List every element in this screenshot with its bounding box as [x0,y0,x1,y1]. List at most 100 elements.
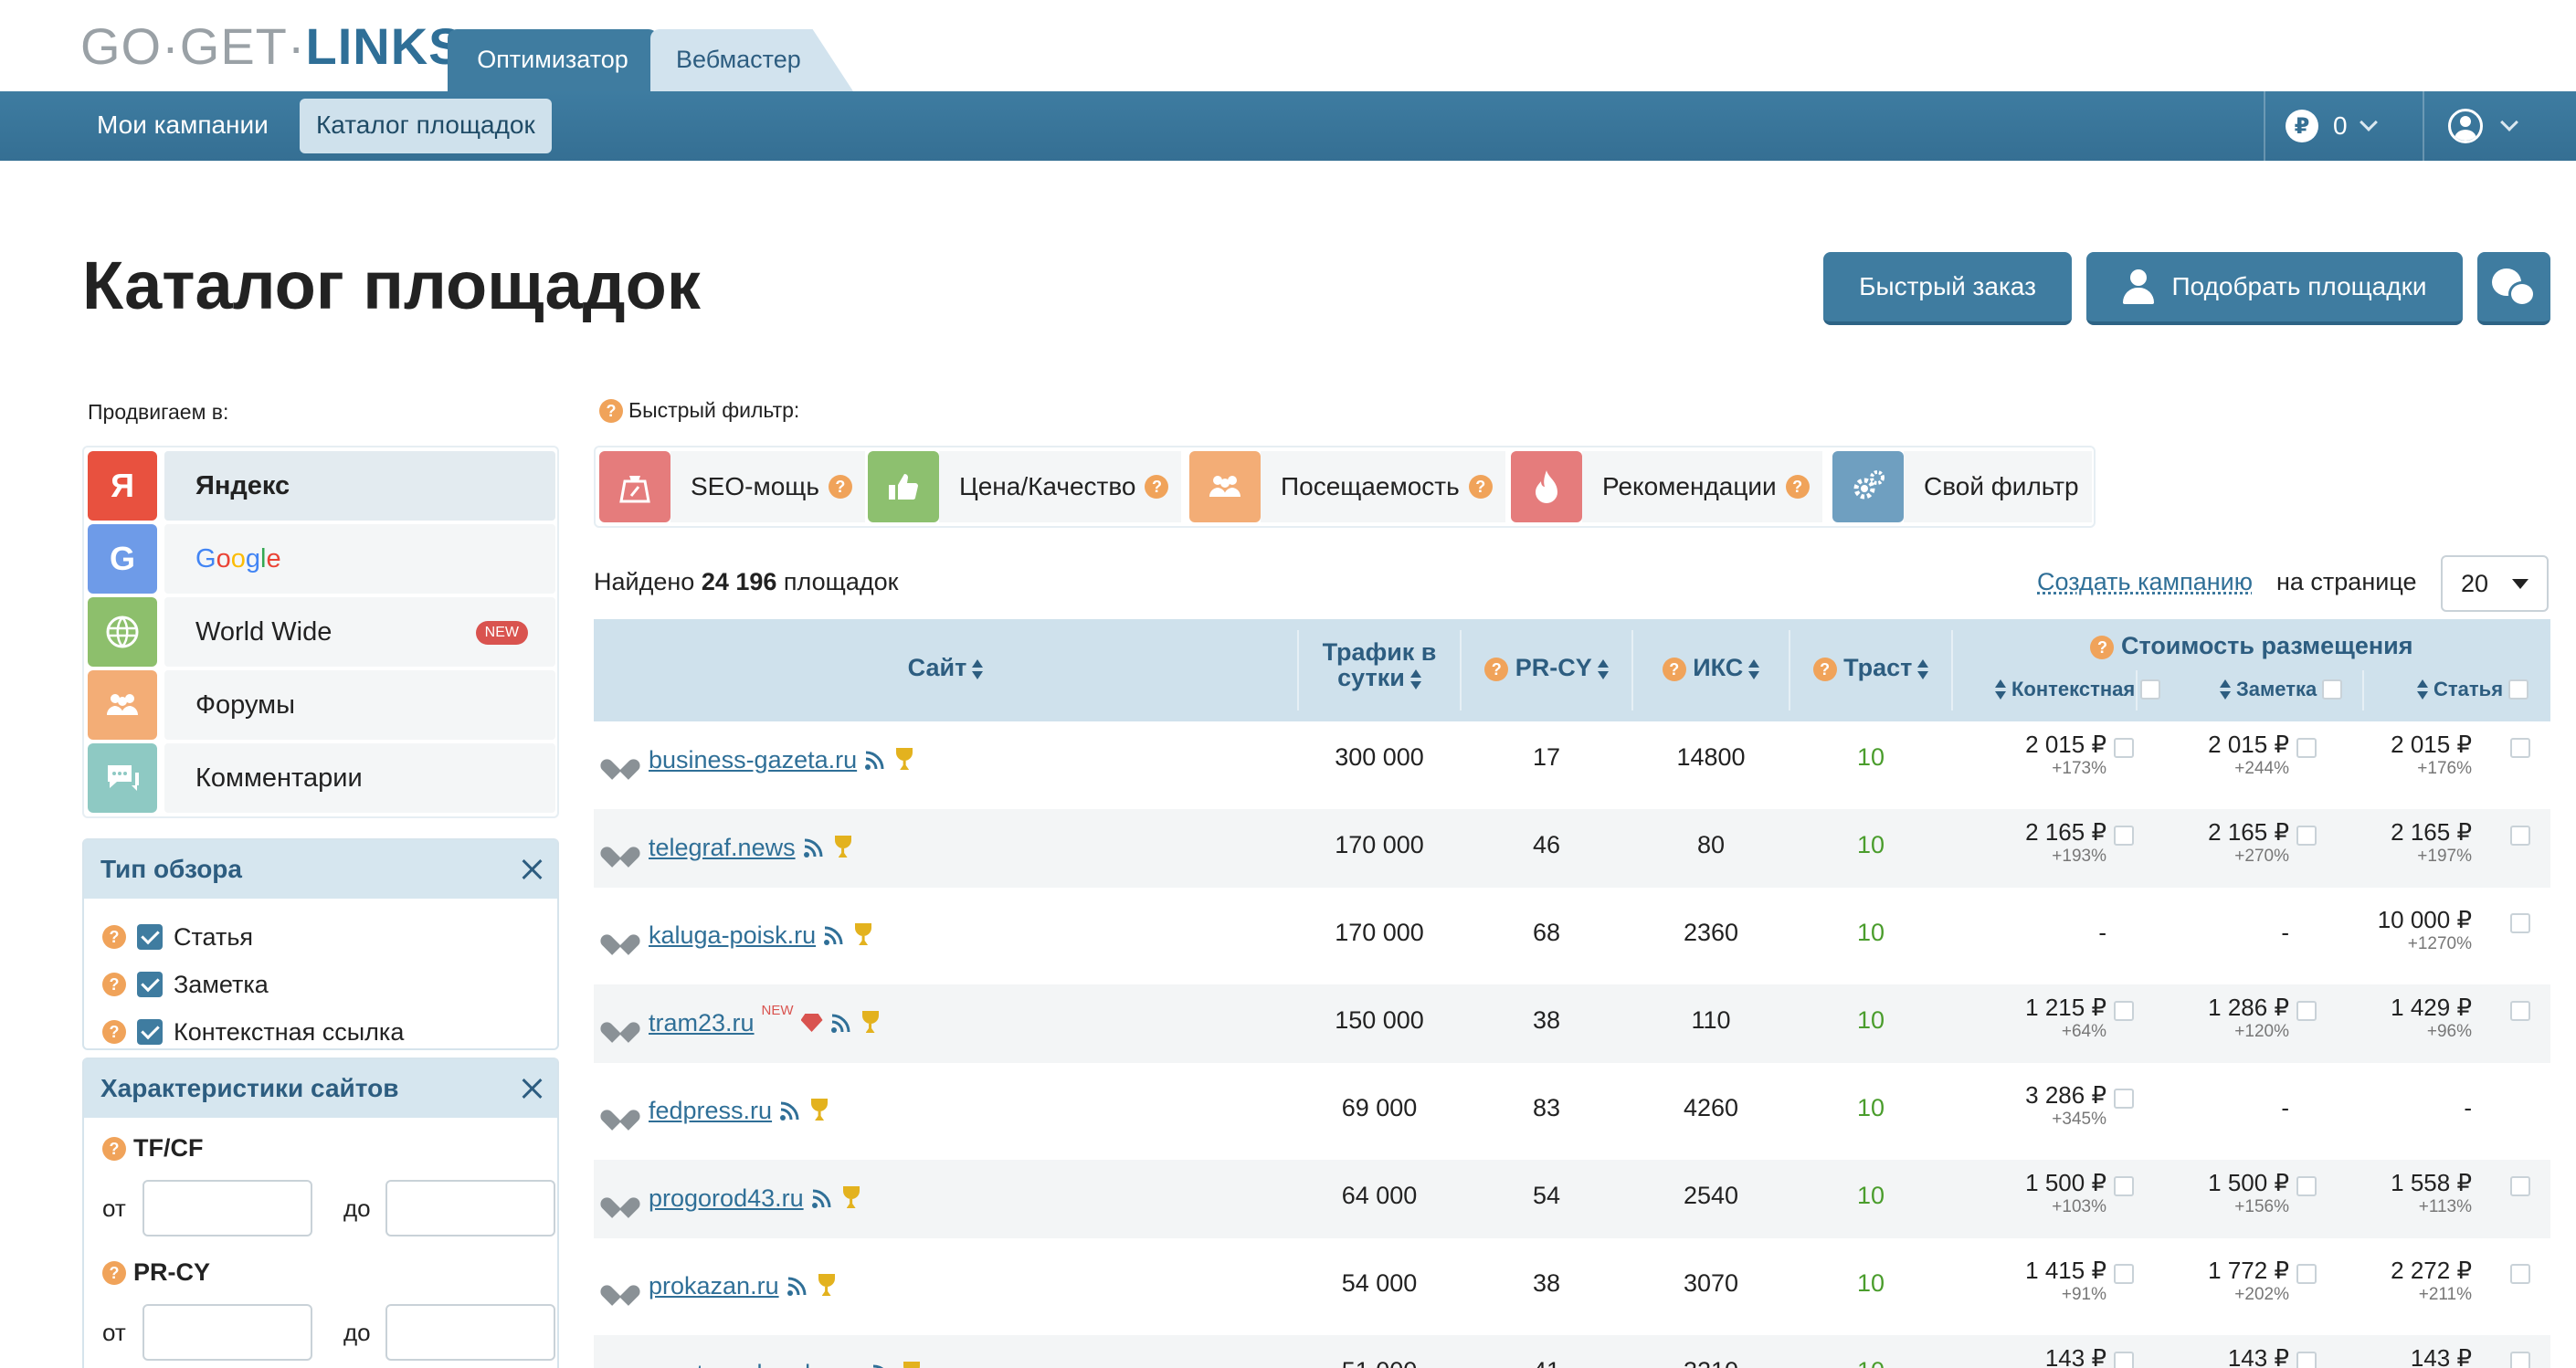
price-checkbox[interactable] [2510,738,2530,758]
price-checkbox[interactable] [2296,826,2317,846]
user-menu[interactable] [2448,91,2518,161]
help-icon[interactable]: ? [1484,657,1509,681]
site-link[interactable]: telegraf.news [649,834,796,862]
help-icon[interactable]: ? [102,973,126,996]
price-checkbox[interactable] [2510,826,2530,846]
price-checkbox[interactable] [2114,1352,2134,1368]
help-icon[interactable]: ? [102,925,126,949]
price-checkbox[interactable] [2510,1264,2530,1284]
quick-filter-seo-power[interactable]: SEO-мощь? [599,451,865,522]
price-checkbox[interactable] [2296,738,2317,758]
logo[interactable]: GO·GET·LINKS [80,16,464,76]
prcy-to-input[interactable] [385,1304,555,1361]
heart-icon[interactable] [608,1277,632,1299]
site-link[interactable]: kaluga-poisk.ru [649,921,816,950]
price-checkbox[interactable] [2296,1001,2317,1021]
col-trust[interactable]: ? Траст [1790,654,1951,682]
site-link[interactable]: fedpress.ru [649,1097,772,1125]
price-checkbox[interactable] [2114,1264,2134,1284]
review-option-contextual[interactable]: ? Контекстная ссылка [102,1014,404,1050]
quick-order-button[interactable]: Быстрый заказ [1823,252,2072,325]
quick-filter-price-quality[interactable]: Цена/Качество? [868,451,1182,522]
heart-icon[interactable] [608,1101,632,1123]
price-checkbox[interactable] [2114,1176,2134,1196]
rss-icon[interactable] [811,1187,833,1209]
col-traffic[interactable]: Трафик в сутки [1299,639,1460,690]
price-checkbox[interactable] [2510,1352,2530,1368]
engine-forums[interactable]: Форумы [88,670,555,740]
tab-webmaster[interactable]: Вебмастер [650,29,853,91]
tfcf-to-input[interactable] [385,1180,555,1236]
review-option-note[interactable]: ? Заметка [102,966,269,1003]
review-type-header[interactable]: Тип обзора [84,840,557,899]
rss-icon[interactable] [787,1275,808,1297]
price-checkbox[interactable] [2296,1176,2317,1196]
site-link[interactable]: business-gazeta.ru [649,746,857,774]
help-icon[interactable]: ? [102,1020,126,1044]
close-icon[interactable] [521,858,543,880]
price-checkbox[interactable] [2114,1089,2134,1109]
help-icon[interactable]: ? [2090,635,2115,659]
site-link[interactable]: prokazan.ru [649,1272,779,1300]
select-all-checkbox[interactable] [2322,679,2343,700]
tab-optimizer[interactable]: Оптимизатор [448,29,658,91]
per-page-select[interactable]: 20 [2441,555,2549,612]
heart-icon[interactable] [608,751,632,773]
engine-comments[interactable]: Комментарии [88,743,555,813]
price-checkbox[interactable] [2296,1264,2317,1284]
rss-icon[interactable] [823,924,845,946]
nav-my-campaigns[interactable]: Мои кампании [80,99,285,152]
quick-filter-custom[interactable]: Свой фильтр [1832,451,2092,522]
checkbox-checked[interactable] [137,972,163,997]
nav-catalog[interactable]: Каталог площадок [300,99,552,153]
quick-filter-recommendations[interactable]: Рекомендации? [1511,451,1822,522]
select-all-checkbox[interactable] [2140,679,2161,700]
create-campaign-link[interactable]: Создать кампанию [2037,568,2253,596]
heart-icon[interactable] [608,926,632,948]
price-checkbox[interactable] [2510,1001,2530,1021]
engine-world-wide[interactable]: World Wide NEW [88,597,555,667]
support-chat-button[interactable] [2477,252,2550,325]
help-icon[interactable]: ? [102,1260,126,1285]
rss-icon[interactable] [864,749,886,771]
col-prcy[interactable]: ? PR-CY [1462,654,1631,682]
engine-yandex[interactable]: Я Яндекс [88,451,555,521]
price-checkbox[interactable] [2510,1176,2530,1196]
rss-icon[interactable] [830,1012,852,1034]
help-icon[interactable]: ? [1785,475,1810,499]
tfcf-from-input[interactable] [143,1180,312,1236]
heart-icon[interactable] [608,1364,632,1368]
rss-icon[interactable] [871,1363,893,1368]
quick-filter-traffic[interactable]: Посещаемость? [1189,451,1505,522]
review-option-article[interactable]: ? Статья [102,919,253,955]
price-checkbox[interactable] [2114,1001,2134,1021]
price-checkbox[interactable] [2296,1352,2317,1368]
rss-icon[interactable] [803,837,825,858]
heart-icon[interactable] [608,838,632,860]
help-icon[interactable]: ? [1812,657,1837,681]
site-characteristics-header[interactable]: Характеристики сайтов [84,1059,557,1118]
checkbox-checked[interactable] [137,1019,163,1045]
price-checkbox[interactable] [2114,826,2134,846]
prcy-from-input[interactable] [143,1304,312,1361]
site-link[interactable]: progorod43.ru [649,1184,804,1213]
col-contextual[interactable]: Контекстная [1990,678,2161,701]
col-site[interactable]: Сайт [594,654,1297,682]
help-icon[interactable]: ? [1662,657,1686,681]
price-checkbox[interactable] [2114,738,2134,758]
site-link[interactable]: tram23.ru [649,1009,755,1037]
heart-icon[interactable] [608,1189,632,1211]
pick-sites-button[interactable]: Подобрать площадки [2086,252,2463,325]
price-checkbox[interactable] [2510,913,2530,933]
site-link[interactable]: sport-weekend.com [649,1360,864,1368]
help-icon[interactable]: ? [102,1136,126,1161]
col-note[interactable]: Заметка [2214,678,2343,701]
close-icon[interactable] [521,1078,543,1100]
rss-icon[interactable] [779,1100,801,1121]
help-icon[interactable]: ? [1468,475,1493,499]
select-all-checkbox[interactable] [2508,679,2529,700]
help-icon[interactable]: ? [828,475,852,499]
checkbox-checked[interactable] [137,924,163,950]
col-article[interactable]: Статья [2412,678,2529,701]
heart-icon[interactable] [608,1014,632,1036]
